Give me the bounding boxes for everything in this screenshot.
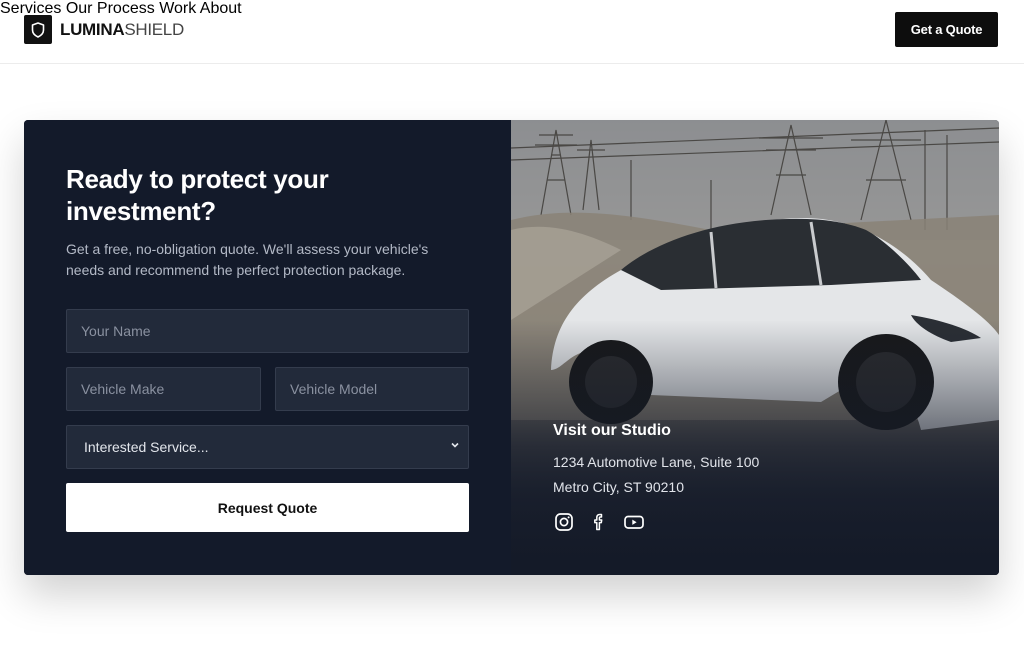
quote-card: Ready to protect your investment? Get a …	[24, 120, 999, 575]
address-line-2: Metro City, ST 90210	[553, 479, 684, 495]
quote-headline: Ready to protect your investment?	[66, 164, 329, 226]
vehicle-model-input[interactable]: Vehicle Model	[275, 367, 469, 411]
get-quote-button[interactable]: Get a Quote	[895, 12, 998, 47]
site-header: LUMINASHIELD Services Our Process Work A…	[0, 0, 1024, 64]
vehicle-make-input[interactable]: Vehicle Make	[66, 367, 261, 411]
logo-text-bold: LUMINA	[60, 19, 125, 39]
service-select[interactable]: Interested Service...	[66, 425, 469, 469]
request-quote-button[interactable]: Request Quote	[66, 483, 469, 532]
facebook-icon[interactable]	[588, 511, 610, 533]
logo[interactable]: LUMINASHIELD	[24, 15, 184, 44]
address-line-1: 1234 Automotive Lane, Suite 100	[553, 454, 760, 470]
name-input[interactable]: Your Name	[66, 309, 469, 353]
car-photo	[511, 120, 999, 575]
service-select-value: Interested Service...	[84, 439, 209, 455]
studio-title: Visit our Studio	[553, 422, 671, 439]
chevron-down-icon	[450, 426, 460, 468]
quote-subtext: Get a free, no-obligation quote. We'll a…	[66, 241, 429, 278]
instagram-icon[interactable]	[553, 511, 575, 533]
studio-panel: Visit our Studio 1234 Automotive Lane, S…	[511, 120, 999, 575]
logo-text: LUMINASHIELD	[60, 20, 184, 40]
logo-text-light: SHIELD	[124, 19, 184, 39]
youtube-icon[interactable]	[623, 511, 645, 533]
quote-form-panel: Ready to protect your investment? Get a …	[24, 120, 511, 575]
shield-icon	[24, 15, 52, 44]
nav-about[interactable]: About	[200, 0, 242, 17]
